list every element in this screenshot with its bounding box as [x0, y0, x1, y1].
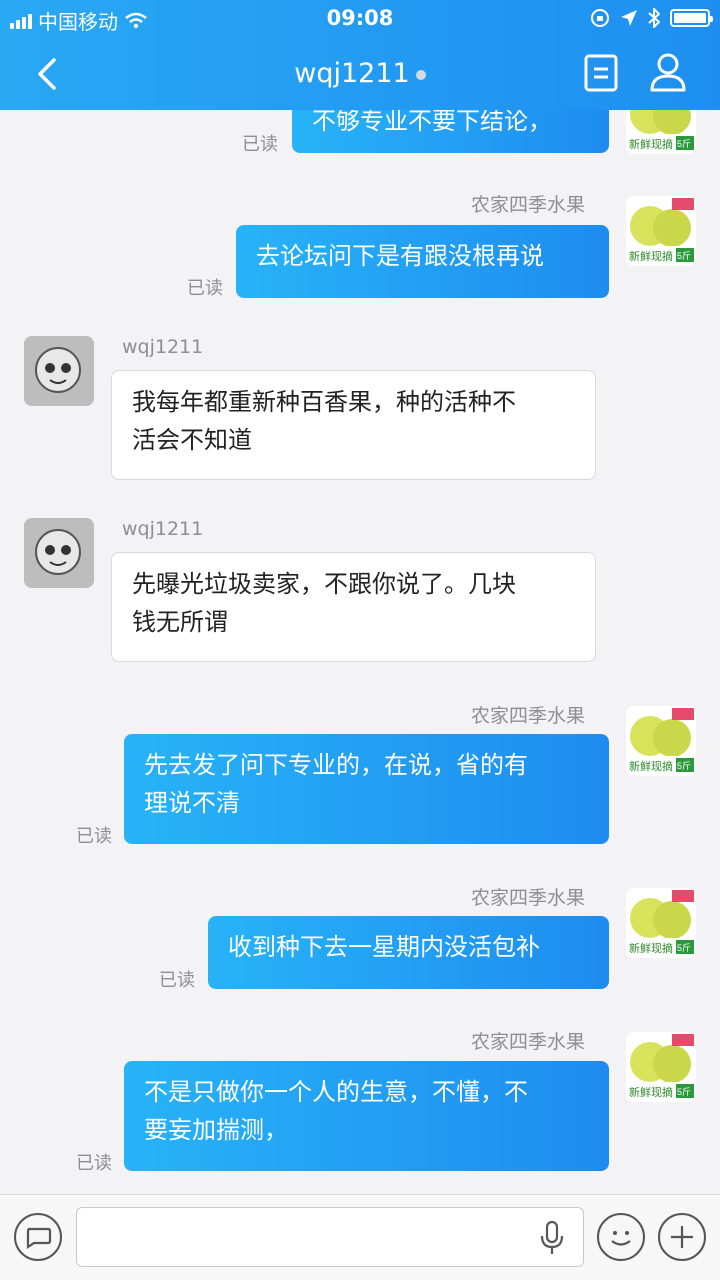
message-text: 去论坛问下是有跟没根再说 [256, 242, 544, 270]
pear-avatar-image: 新鲜现摘 5斤 [626, 706, 696, 776]
avatar-pear[interactable]: 新鲜现摘 5斤 [626, 110, 696, 154]
user-icon[interactable] [648, 52, 688, 92]
read-receipt: 已读 [242, 134, 278, 155]
read-receipt: 已读 [76, 1153, 112, 1174]
message-text-line: 活会不知道 [132, 426, 252, 454]
message-text: 收到种下去一星期内没活包补 [228, 933, 540, 961]
contact-name: wqj1211 [294, 58, 410, 89]
avatar-pear[interactable]: 新鲜现摘 5斤 [626, 706, 696, 776]
document-icon[interactable] [584, 54, 618, 92]
message-list[interactable]: 不够专业不要下结论， 已读 新鲜现摘 5斤 农家四季水果 新鲜现摘 5斤 去论坛问下… [0, 110, 720, 1194]
message-text-line: 先去发了问下专业的，在说，省的有 [144, 751, 528, 779]
read-receipt: 已读 [159, 970, 195, 991]
avatar-badge: 5斤 [677, 761, 691, 771]
status-bar: 中国移动 09:08 [0, 0, 720, 36]
avatar-label: 新鲜现摘 [629, 759, 673, 773]
read-receipt: 已读 [187, 278, 223, 299]
avatar-pear[interactable]: 新鲜现摘 5斤 [626, 1032, 696, 1102]
message-text: 不够专业不要下结论， [312, 110, 552, 135]
avatar-badge: 5斤 [677, 1087, 691, 1097]
sender-name: wqj1211 [122, 518, 204, 540]
online-status-dot [415, 69, 426, 80]
avatar-label: 新鲜现摘 [629, 1085, 673, 1099]
avatar-label: 新鲜现摘 [629, 137, 673, 151]
message-text-line: 理说不清 [144, 789, 240, 817]
message-text-line: 我每年都重新种百香果，种的活种不 [132, 388, 516, 416]
plus-icon[interactable] [658, 1213, 706, 1261]
pear-avatar-image: 新鲜现摘 5斤 [626, 888, 696, 958]
avatar-label: 新鲜现摘 [629, 249, 673, 263]
avatar-pear[interactable]: 新鲜现摘 5斤 [626, 196, 696, 266]
chat-bubble-glyph [26, 1227, 52, 1250]
message-text-line: 要妄加揣测， [144, 1116, 288, 1144]
smiley-glyph [611, 1231, 631, 1246]
sender-name: wqj1211 [122, 336, 204, 358]
plus-glyph [671, 1226, 693, 1248]
message-bubble[interactable]: 我每年都重新种百香果，种的活种不 活会不知道 [111, 370, 596, 480]
lock-rotation-icon [591, 9, 609, 27]
avatar-badge: 5斤 [677, 139, 691, 149]
pear-avatar-image: 新鲜现摘 5斤 [626, 196, 696, 266]
avatar-label: 新鲜现摘 [629, 941, 673, 955]
message-text-line: 钱无所谓 [132, 608, 228, 636]
message-bubble[interactable]: 不够专业不要下结论， [292, 110, 609, 153]
read-receipt: 已读 [76, 826, 112, 847]
chat-bubble-icon[interactable] [14, 1213, 62, 1261]
location-icon [621, 10, 637, 26]
battery-icon [670, 9, 713, 27]
avatar-badge: 5斤 [677, 251, 691, 261]
avatar-pear[interactable]: 新鲜现摘 5斤 [626, 888, 696, 958]
sender-name: 农家四季水果 [471, 194, 586, 216]
bluetooth-icon [648, 8, 660, 28]
chat-header: 中国移动 09:08 wqj1211 [0, 0, 720, 110]
status-right [590, 8, 713, 28]
avatar-cartoon[interactable] [24, 336, 94, 406]
sender-name: 农家四季水果 [471, 705, 586, 727]
pear-avatar-image: 新鲜现摘 5斤 [626, 110, 696, 154]
message-text-line: 先曝光垃圾卖家，不跟你说了。几块 [132, 570, 516, 598]
microphone-icon[interactable] [539, 1220, 565, 1256]
input-bar [0, 1194, 720, 1280]
avatar-badge: 5斤 [677, 943, 691, 953]
message-bubble[interactable]: 先曝光垃圾卖家，不跟你说了。几块 钱无所谓 [111, 552, 596, 662]
smiley-icon[interactable] [597, 1213, 645, 1261]
message-bubble[interactable]: 先去发了问下专业的，在说，省的有 理说不清 [124, 734, 609, 844]
message-bubble[interactable]: 去论坛问下是有跟没根再说 [236, 225, 609, 298]
pear-avatar-image: 新鲜现摘 5斤 [626, 1032, 696, 1102]
message-input[interactable] [76, 1207, 584, 1267]
avatar-cartoon[interactable] [24, 518, 94, 588]
cartoon-avatar-image [24, 518, 94, 588]
sender-name: 农家四季水果 [471, 1031, 586, 1053]
sender-name: 农家四季水果 [471, 887, 586, 909]
message-text-line: 不是只做你一个人的生意，不懂，不 [144, 1078, 528, 1106]
message-bubble[interactable]: 不是只做你一个人的生意，不懂，不 要妄加揣测， [124, 1061, 609, 1171]
message-bubble[interactable]: 收到种下去一星期内没活包补 [208, 916, 609, 989]
nav-bar: wqj1211 [0, 44, 720, 106]
cartoon-avatar-image [24, 336, 94, 406]
